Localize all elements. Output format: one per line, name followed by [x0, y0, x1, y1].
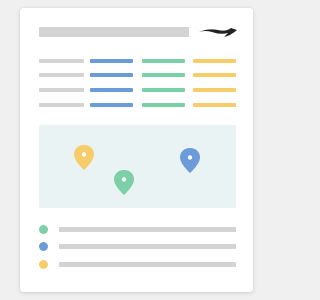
legend-dot-yellow [39, 260, 48, 269]
table-row [39, 88, 236, 93]
legend-item [39, 242, 236, 252]
table-row [39, 59, 236, 64]
table-cell-green [142, 88, 185, 92]
map-area [39, 125, 236, 208]
title-placeholder [39, 27, 189, 37]
page-background [0, 0, 264, 300]
logo-icon [199, 28, 237, 37]
map-pin-icon[interactable] [73, 144, 95, 172]
map-pin-icon[interactable] [179, 147, 201, 175]
table-cell-gray [39, 88, 84, 92]
legend-label-placeholder [59, 227, 236, 232]
legend-label-placeholder [59, 262, 236, 267]
table-cell-blue [90, 103, 133, 107]
table-cell-green [142, 73, 185, 77]
table-row [39, 103, 236, 108]
table-cell-yellow [193, 59, 236, 63]
map-pin-icon[interactable] [113, 169, 135, 197]
table-cell-blue [90, 59, 133, 63]
legend-item [39, 225, 236, 235]
table-cell-green [142, 103, 185, 107]
legend-label-placeholder [59, 244, 236, 249]
table-cell-green [142, 59, 185, 63]
table-cell-yellow [193, 73, 236, 77]
table-cell-yellow [193, 103, 236, 107]
table-cell-gray [39, 73, 84, 77]
report-card [20, 8, 253, 292]
table-cell-yellow [193, 88, 236, 92]
table-cell-blue [90, 88, 133, 92]
legend-dot-green [39, 225, 48, 234]
table-cell-blue [90, 73, 133, 77]
legend-item [39, 260, 236, 270]
legend-dot-blue [39, 242, 48, 251]
table-cell-gray [39, 59, 84, 63]
table-row [39, 73, 236, 78]
table-cell-gray [39, 103, 84, 107]
